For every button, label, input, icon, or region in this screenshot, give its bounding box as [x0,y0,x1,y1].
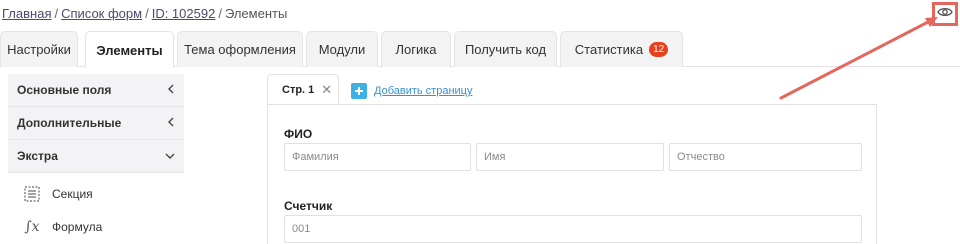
sidebar-group-extra[interactable]: Экстра [8,140,184,173]
sidebar-item-label: Секция [52,186,93,201]
counter-label: Счетчик [284,199,333,213]
tab-label: Тема оформления [184,42,296,57]
tab-label: Настройки [7,42,71,57]
statistics-count-badge: 12 [649,42,669,57]
sidebar-group-label: Дополнительные [17,116,122,130]
breadcrumb-separator: / [218,6,222,21]
close-icon[interactable]: ✕ [321,82,332,98]
tab-elements[interactable]: Элементы [85,31,174,68]
formula-icon: ∫x [24,218,40,235]
sidebar-item-formula[interactable]: ∫x Формула [8,210,184,243]
tab-label: Статистика [574,42,644,57]
page-tab-label: Стр. 1 [282,84,315,96]
tab-settings[interactable]: Настройки [0,31,78,67]
breadcrumb-separator: / [54,6,59,21]
elements-sidebar: Основные поля Дополнительные Экстра Секц… [8,74,184,243]
tab-label: Элементы [96,42,163,58]
sidebar-group-basic-fields[interactable]: Основные поля [8,74,184,107]
last-name-input[interactable] [284,143,471,171]
tab-label: Получить код [464,42,547,57]
chevron-left-icon [167,116,175,130]
sidebar-item-label: Формула [52,219,103,234]
tab-theme[interactable]: Тема оформления [177,31,303,67]
sidebar-group-additional[interactable]: Дополнительные [8,107,184,140]
tab-modules[interactable]: Модули [306,31,378,67]
chevron-down-icon [165,149,175,163]
eye-icon [937,5,953,23]
tab-label: Модули [318,42,366,57]
tab-statistics[interactable]: Статистика 12 [560,31,683,67]
breadcrumb-home-link[interactable]: Главная [2,6,51,21]
fio-label: ФИО [284,127,313,141]
form-canvas: ФИО Счетчик [267,104,877,244]
breadcrumb-current: Элементы [224,6,288,21]
main-tabs: Настройки Элементы Тема оформления Модул… [0,31,960,68]
preview-button[interactable] [932,2,958,26]
breadcrumb: Главная / Список форм / ID: 102592/Элементы [2,6,287,21]
middle-name-input[interactable] [669,143,862,171]
add-page-button[interactable]: Добавить страницу [351,83,472,99]
section-icon [24,185,40,202]
breadcrumb-form-id-link[interactable]: ID: 102592 [152,6,216,21]
sidebar-item-section[interactable]: Секция [8,177,184,210]
tab-logic[interactable]: Логика [381,31,451,67]
breadcrumb-forms-link[interactable]: Список форм [61,6,142,21]
sidebar-group-label: Экстра [17,149,58,163]
tab-get-code[interactable]: Получить код [454,31,557,67]
sidebar-group-label: Основные поля [17,83,112,97]
plus-icon [351,83,367,99]
first-name-input[interactable] [476,143,664,171]
add-page-label: Добавить страницу [374,85,473,97]
chevron-left-icon [167,83,175,97]
tab-label: Логика [395,42,437,57]
page-tab-1[interactable]: Стр. 1 ✕ [267,74,339,105]
breadcrumb-separator: / [145,6,149,21]
counter-input[interactable] [284,215,862,243]
